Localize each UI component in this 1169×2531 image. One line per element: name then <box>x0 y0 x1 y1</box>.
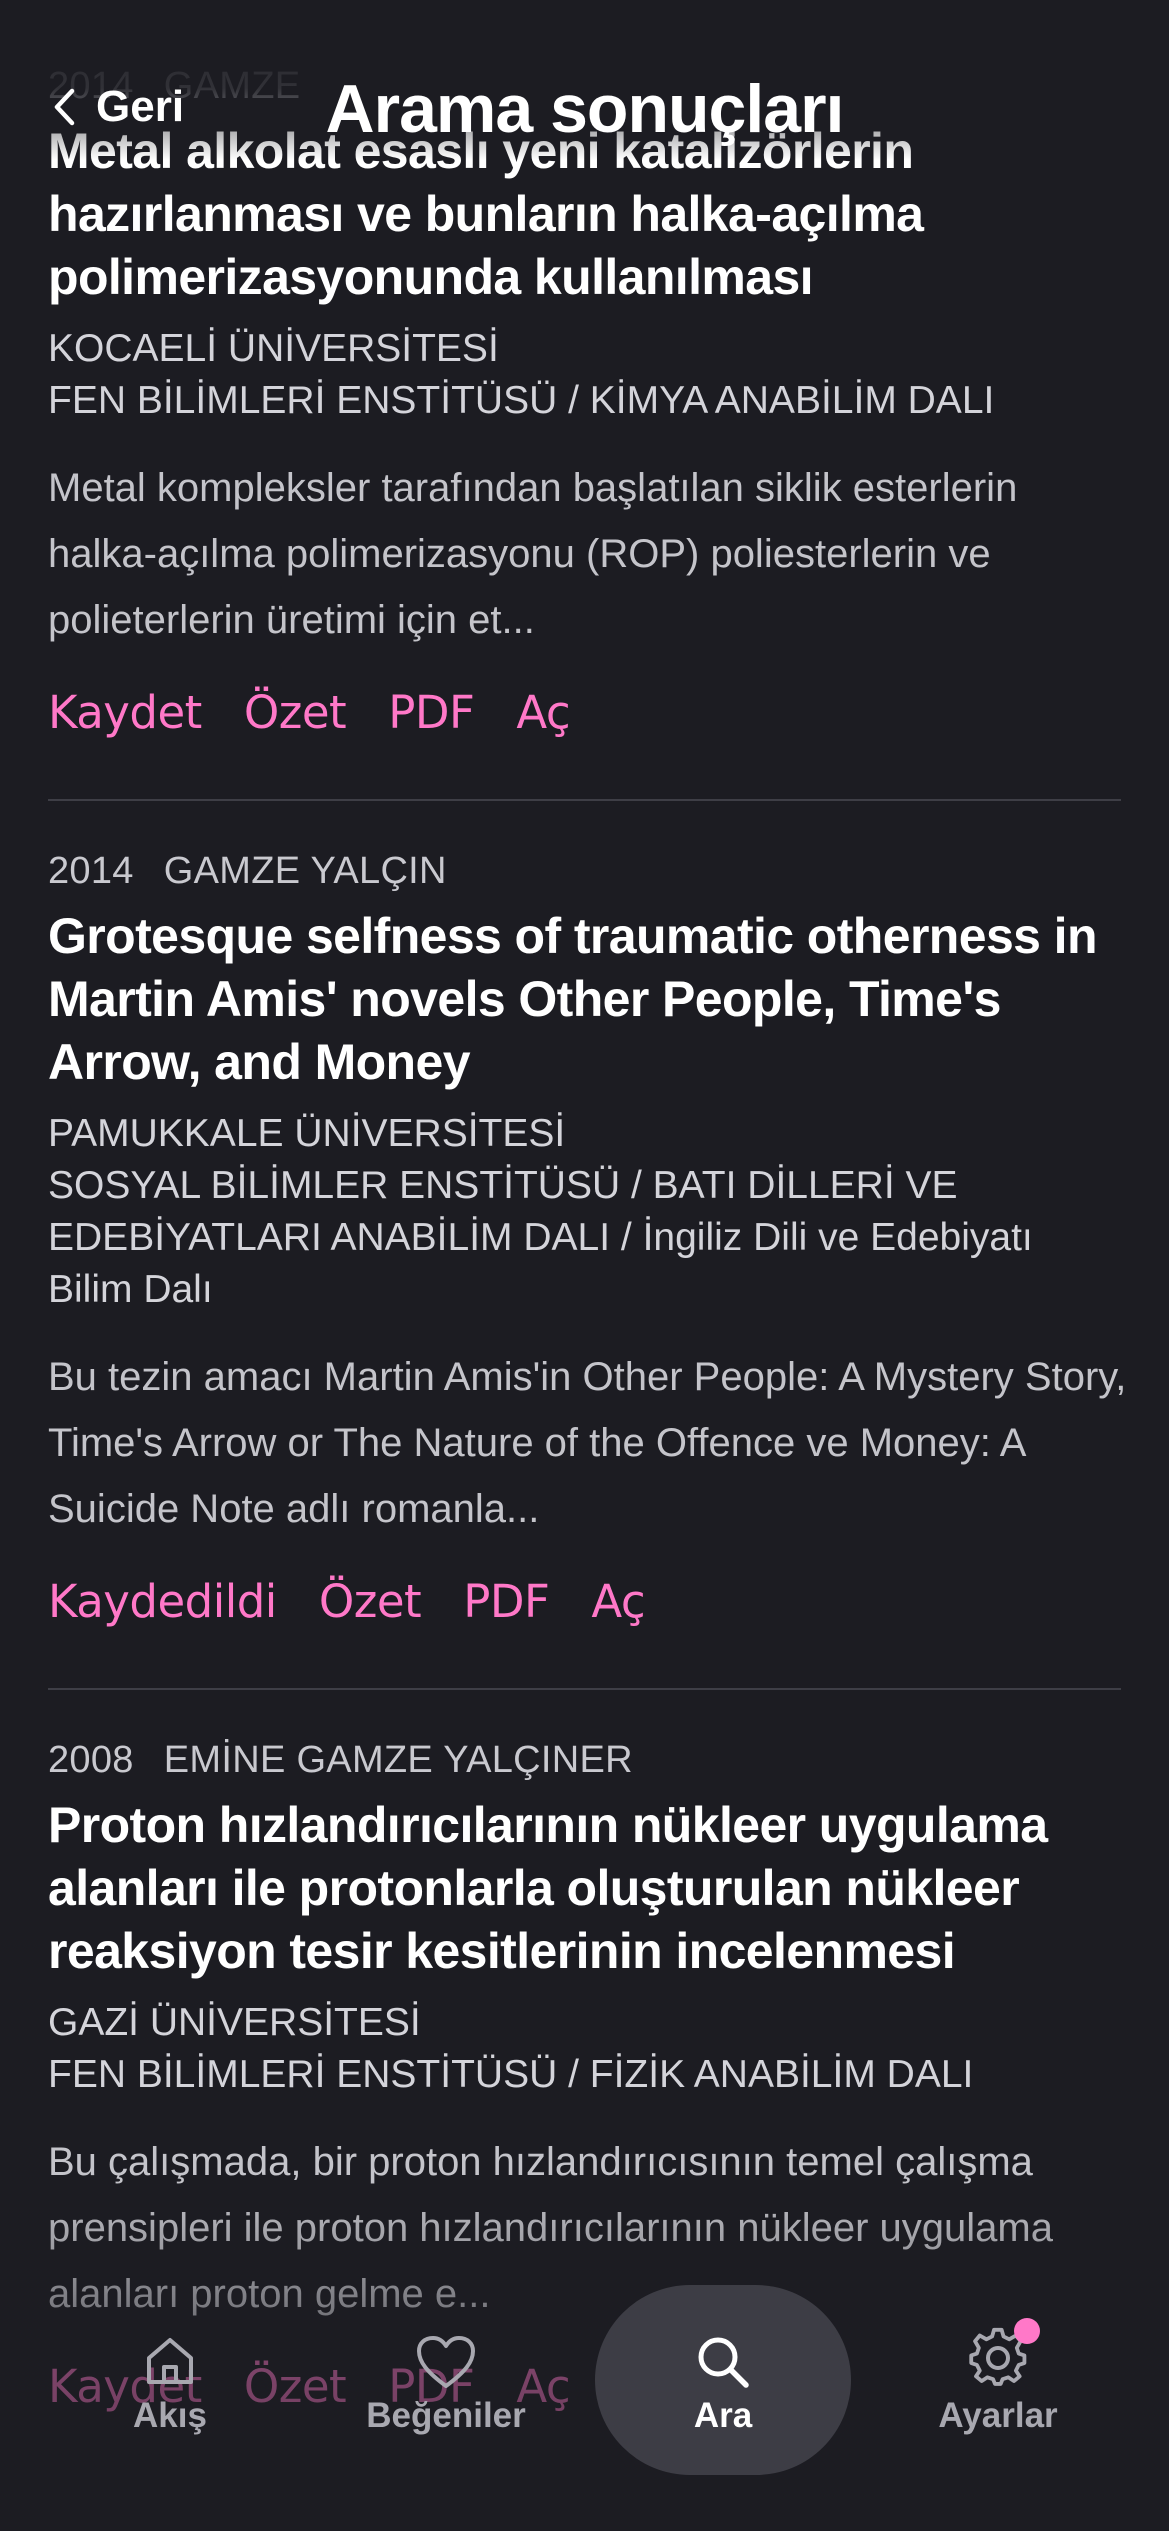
tab-bar: Akış Beğeniler Ara Ayarlar <box>0 2280 1169 2480</box>
tab-feed[interactable]: Akış <box>50 2320 290 2470</box>
result-actions: Kaydet Özet PDF Aç <box>48 677 1121 747</box>
search-icon <box>603 2320 843 2390</box>
home-icon <box>50 2320 290 2390</box>
pdf-button[interactable]: PDF <box>463 1575 550 1628</box>
result-title[interactable]: Metal alkolat esaslı yeni katalizörlerin… <box>48 120 1121 309</box>
save-button[interactable]: Kaydet <box>48 686 202 739</box>
result-institution: KOCAELİ ÜNİVERSİTESİ <box>48 327 499 370</box>
summary-button[interactable]: Özet <box>244 686 347 739</box>
result-year: 2008 <box>48 1739 134 1781</box>
summary-button[interactable]: Özet <box>319 1575 422 1628</box>
notification-badge <box>1014 2318 1040 2344</box>
result-abstract: Metal kompleksler tarafından başlatılan … <box>48 466 1018 642</box>
tab-feed-label: Akış <box>133 2396 207 2435</box>
result-meta: 2014 GAMZE <box>48 60 1121 112</box>
result-actions: Kaydedildi Özet PDF Aç <box>48 1566 1121 1636</box>
result-department: FEN BİLİMLERİ ENSTİTÜSÜ / KİMYA ANABİLİM… <box>48 379 995 422</box>
result-year: 2014 <box>48 850 134 892</box>
tab-settings[interactable]: Ayarlar <box>878 2320 1118 2470</box>
result-title[interactable]: Proton hızlandırıcılarının nükleer uygul… <box>48 1794 1121 1983</box>
back-button[interactable]: Geri <box>52 78 184 136</box>
tab-settings-label: Ayarlar <box>938 2396 1058 2435</box>
tab-search[interactable]: Ara <box>603 2320 843 2470</box>
result-institution: GAZİ ÜNİVERSİTESİ <box>48 2001 421 2044</box>
result-item: 2014 GAMZE Metal alkolat esaslı yeni kata… <box>0 60 1169 747</box>
result-meta: 2008 EMİNE GAMZE YALÇINER <box>48 1734 1121 1786</box>
result-department: SOSYAL BİLİMLER ENSTİTÜSÜ / BATI DİLLERİ… <box>48 1164 1033 1311</box>
open-button[interactable]: Aç <box>591 1575 645 1628</box>
tab-search-label: Ara <box>693 2396 753 2435</box>
result-divider <box>48 799 1121 801</box>
tab-likes[interactable]: Beğeniler <box>326 2320 566 2470</box>
tab-likes-label: Beğeniler <box>366 2396 526 2435</box>
heart-icon <box>326 2320 566 2390</box>
result-author: GAMZE YALÇIN <box>163 850 447 892</box>
result-institution: PAMUKKALE ÜNİVERSİTESİ <box>48 1112 566 1155</box>
result-meta: 2014 GAMZE YALÇIN <box>48 845 1121 897</box>
gear-icon <box>878 2320 1118 2390</box>
result-author: EMİNE GAMZE YALÇINER <box>163 1739 633 1781</box>
result-divider <box>48 1688 1121 1690</box>
result-abstract: Bu tezin amacı Martin Amis'in Other Peop… <box>48 1355 1127 1531</box>
results-list: 2014 GAMZE Metal alkolat esaslı yeni kata… <box>0 60 1169 2421</box>
search-results-screen: 2014 GAMZE Metal alkolat esaslı yeni kata… <box>0 0 1169 2531</box>
back-label: Geri <box>96 82 185 131</box>
pdf-button[interactable]: PDF <box>388 686 475 739</box>
result-department: FEN BİLİMLERİ ENSTİTÜSÜ / FİZİK ANABİLİM… <box>48 2053 974 2096</box>
result-author: GAMZE <box>163 65 301 107</box>
result-title[interactable]: Grotesque selfness of traumatic othernes… <box>48 905 1121 1094</box>
saved-button[interactable]: Kaydedildi <box>48 1575 277 1628</box>
result-item: 2014 GAMZE YALÇIN Grotesque selfness of t… <box>0 845 1169 1636</box>
open-button[interactable]: Aç <box>516 686 570 739</box>
chevron-left-icon <box>52 87 76 127</box>
